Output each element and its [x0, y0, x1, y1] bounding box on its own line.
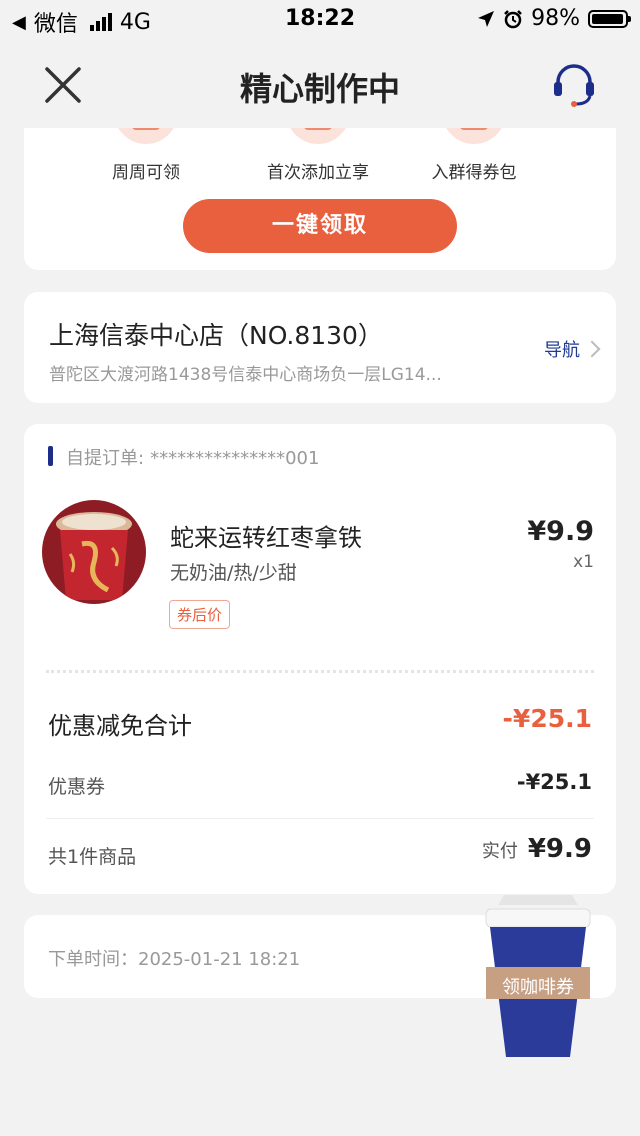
discount-total-value: -¥25.1	[502, 704, 592, 733]
store-address: 普陀区大渡河路1438号信泰中心商场负一层LG14...	[49, 365, 442, 385]
customer-service-headset-icon[interactable]	[550, 60, 598, 108]
promo-card: 周周可领 首次添加立享 入群得券包 一键领取	[24, 116, 616, 270]
coupon-value: -¥25.1	[516, 770, 592, 794]
alarm-clock-icon	[504, 9, 522, 28]
discount-total-label: 优惠减免合计	[48, 712, 192, 740]
paid-row: 实付 ¥9.9	[482, 834, 592, 864]
order-card: 自提订单: ***************001 蛇来运转红枣拿铁 无奶油/热/少…	[24, 424, 616, 894]
product-name: 蛇来运转红枣拿铁	[170, 524, 362, 552]
order-number: ***************001	[150, 448, 320, 469]
order-time-label: 下单时间：	[48, 949, 138, 970]
order-type-marker	[48, 446, 53, 466]
navigate-label[interactable]: 导航	[544, 336, 580, 362]
navigate-button[interactable]: 导航	[544, 336, 601, 362]
status-right: 98%	[477, 6, 631, 31]
battery-percent: 98%	[531, 6, 580, 31]
paid-label: 实付	[481, 841, 518, 862]
coffee-coupon-label[interactable]: 领咖啡券	[478, 973, 598, 999]
product-image	[42, 500, 146, 604]
paid-value: ¥9.9	[527, 834, 592, 864]
claim-all-button[interactable]: 一键领取	[183, 199, 457, 253]
page-title: 精心制作中	[239, 70, 400, 108]
store-card: 上海信泰中心店（NO.8130） 普陀区大渡河路1438号信泰中心商场负一层LG…	[24, 292, 616, 403]
chevron-right-icon	[583, 340, 601, 358]
promo-label-group[interactable]: 入群得券包	[374, 158, 574, 183]
divider	[46, 818, 594, 819]
floating-coffee-coupon-button[interactable]: 领咖啡券	[478, 895, 598, 1060]
battery-icon	[588, 9, 631, 28]
order-time-value: 2025-01-21 18:21	[138, 949, 301, 970]
store-name: 上海信泰中心店（NO.8130）	[49, 321, 383, 350]
product-spec: 无奶油/热/少甜	[170, 562, 297, 584]
order-time: 下单时间：2025-01-21 18:21	[48, 945, 300, 971]
location-arrow-icon	[478, 10, 495, 27]
product-price: ¥9.9	[527, 516, 594, 547]
status-bar: ◀ 微信 4G 18:22 98%	[0, 0, 640, 40]
dotted-divider	[46, 670, 594, 673]
nav-bar: 精心制作中	[0, 44, 640, 128]
coupon-label: 优惠券	[48, 776, 106, 798]
promo-label-weekly[interactable]: 周周可领	[46, 158, 246, 183]
after-coupon-price-badge: 券后价	[169, 600, 231, 629]
order-number-row: 自提订单: ***************001	[66, 444, 319, 470]
product-quantity: x1	[573, 552, 594, 572]
item-count-label: 共1件商品	[48, 846, 137, 868]
order-type-label: 自提订单:	[66, 448, 145, 469]
